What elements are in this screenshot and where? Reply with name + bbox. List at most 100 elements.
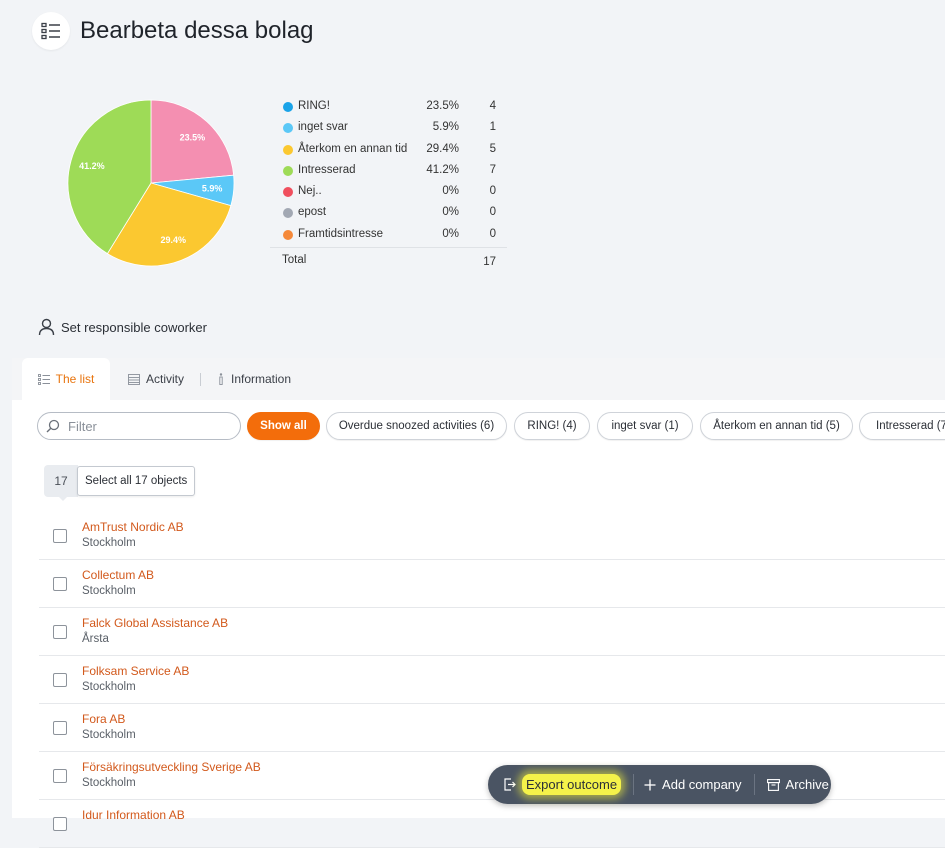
show-all-pill[interactable]: Show all	[247, 412, 320, 440]
list-icon	[37, 373, 50, 385]
legend-item-percent: 5.9%	[432, 121, 459, 134]
row-checkbox[interactable]	[53, 817, 67, 831]
legend-item[interactable]: epost 0% 0	[270, 202, 507, 223]
company-city: Stockholm	[82, 777, 136, 789]
row-checkbox[interactable]	[53, 769, 67, 783]
archive-icon	[766, 778, 780, 791]
tab-information[interactable]: Information	[217, 358, 291, 400]
legend-item[interactable]: Återkom en annan tid 29.4% 5	[270, 139, 507, 160]
overdue-snoozed-pill[interactable]: Overdue snoozed activities (6)	[326, 412, 507, 440]
legend-total-row: Total 17	[270, 248, 507, 274]
legend-item-count: 0	[489, 227, 496, 240]
row-checkbox[interactable]	[53, 721, 67, 735]
info-icon	[219, 373, 223, 385]
legend-item-count: 4	[489, 100, 496, 112]
search-icon	[46, 419, 60, 433]
legend-item-name: Intresserad	[298, 163, 356, 176]
legend-item-count: 0	[489, 206, 496, 219]
chart-legend: RING! 23.5% 4 inget svar 5.9% 1 Återkom en ann…	[270, 96, 507, 274]
legend-item[interactable]: Framtidsintresse 0% 0	[270, 224, 507, 245]
export-icon	[504, 778, 516, 791]
intresserad-pill[interactable]: Intresserad (7	[859, 412, 945, 440]
company-city: Stockholm	[82, 729, 136, 741]
aterkom-pill[interactable]: Återkom en annan tid (5)	[700, 412, 853, 440]
user-icon	[38, 318, 55, 336]
select-all-button[interactable]: Select all 17 objects	[77, 466, 196, 496]
legend-item[interactable]: inget svar 5.9% 1	[270, 117, 507, 138]
count-chip-tail	[58, 496, 68, 501]
legend-item-percent: 0%	[442, 227, 459, 240]
company-name-link[interactable]: Försäkringsutveckling Sverige AB	[82, 760, 261, 774]
list-icon	[32, 12, 70, 50]
company-name-link[interactable]: Idur Information AB	[82, 808, 185, 822]
ring-pill[interactable]: RING! (4)	[514, 412, 590, 440]
company-row: Idur Information AB	[39, 800, 945, 848]
pie-slice-label: 29.4%	[160, 235, 186, 245]
company-name-link[interactable]: Collectum AB	[82, 568, 154, 582]
company-name-link[interactable]: AmTrust Nordic AB	[82, 520, 184, 534]
set-responsible-label: Set responsible coworker	[61, 319, 207, 335]
legend-item-name: Framtidsintresse	[298, 227, 383, 240]
inget-svar-pill[interactable]: inget svar (1)	[597, 412, 693, 440]
legend-item-percent: 0%	[442, 185, 459, 198]
row-checkbox[interactable]	[53, 673, 67, 687]
legend-total-count: 17	[483, 256, 496, 269]
company-row: Fora AB Stockholm	[39, 704, 945, 752]
archive-label: Archive	[785, 777, 829, 792]
list-panel: The list Activity Information Filter Sho…	[12, 358, 945, 848]
company-name-link[interactable]: Fora AB	[82, 712, 125, 726]
legend-item-count: 7	[489, 163, 496, 176]
company-name-link[interactable]: Folksam Service AB	[82, 664, 189, 678]
legend-color-dot	[283, 144, 293, 155]
action-separator	[633, 774, 635, 795]
tab-the-list[interactable]: The list	[22, 358, 110, 400]
legend-item-name: Nej..	[298, 185, 322, 198]
company-row: Falck Global Assistance AB Årsta	[39, 608, 945, 656]
legend-item-percent: 29.4%	[426, 142, 459, 155]
legend-color-dot	[283, 102, 293, 112]
action-bar: Export outcome Add company Archive	[488, 765, 831, 804]
action-separator	[753, 774, 755, 795]
legend-item[interactable]: RING! 23.5% 4	[270, 96, 507, 117]
company-city: Stockholm	[82, 585, 136, 597]
tab-the-list-label: The list	[55, 372, 95, 386]
company-name-link[interactable]: Falck Global Assistance AB	[82, 616, 228, 630]
activity-icon	[128, 373, 140, 385]
company-row: Collectum AB Stockholm	[39, 560, 945, 608]
page-title: Bearbeta dessa bolag	[80, 17, 314, 44]
pie-slice-label: 23.5%	[180, 133, 206, 143]
export-outcome-button[interactable]: Export outcome	[504, 765, 622, 804]
archive-button[interactable]: Archive	[766, 765, 829, 804]
legend-item[interactable]: Intresserad 41.2% 7	[270, 160, 507, 181]
legend-item-count: 5	[489, 142, 496, 155]
legend-item-name: inget svar	[298, 121, 348, 134]
add-company-button[interactable]: Add company	[644, 765, 742, 804]
legend-color-dot	[283, 208, 293, 219]
add-company-label: Add company	[662, 777, 742, 792]
legend-color-dot	[283, 229, 293, 240]
tab-activity-label: Activity	[146, 372, 185, 386]
legend-item[interactable]: Nej.. 0% 0	[270, 181, 507, 202]
legend-color-dot	[283, 123, 293, 134]
pie-svg: 23.5% 5.9% 29.4% 41.2%	[67, 99, 235, 267]
row-checkbox[interactable]	[53, 529, 67, 543]
page-header: Bearbeta dessa bolag	[32, 12, 314, 50]
pie-slice-label: 5.9%	[202, 184, 223, 194]
legend-item-percent: 0%	[442, 206, 459, 219]
row-checkbox[interactable]	[53, 577, 67, 591]
legend-item-percent: 23.5%	[426, 100, 459, 112]
row-checkbox[interactable]	[53, 625, 67, 639]
legend-color-dot	[283, 187, 293, 198]
company-city: Årsta	[82, 633, 109, 645]
pie-slice-label: 41.2%	[79, 161, 105, 171]
tab-activity[interactable]: Activity	[128, 358, 184, 400]
legend-item-count: 0	[489, 185, 496, 198]
company-city: Stockholm	[82, 537, 136, 549]
tab-information-label: Information	[231, 372, 292, 386]
outcome-pie-chart: 23.5% 5.9% 29.4% 41.2%	[67, 99, 235, 267]
filter-input[interactable]	[66, 417, 230, 435]
company-row: AmTrust Nordic AB Stockholm	[39, 512, 945, 560]
set-responsible-coworker-button[interactable]: Set responsible coworker	[38, 318, 207, 336]
legend-total-label: Total	[282, 254, 307, 267]
legend-item-name: RING!	[298, 100, 330, 112]
